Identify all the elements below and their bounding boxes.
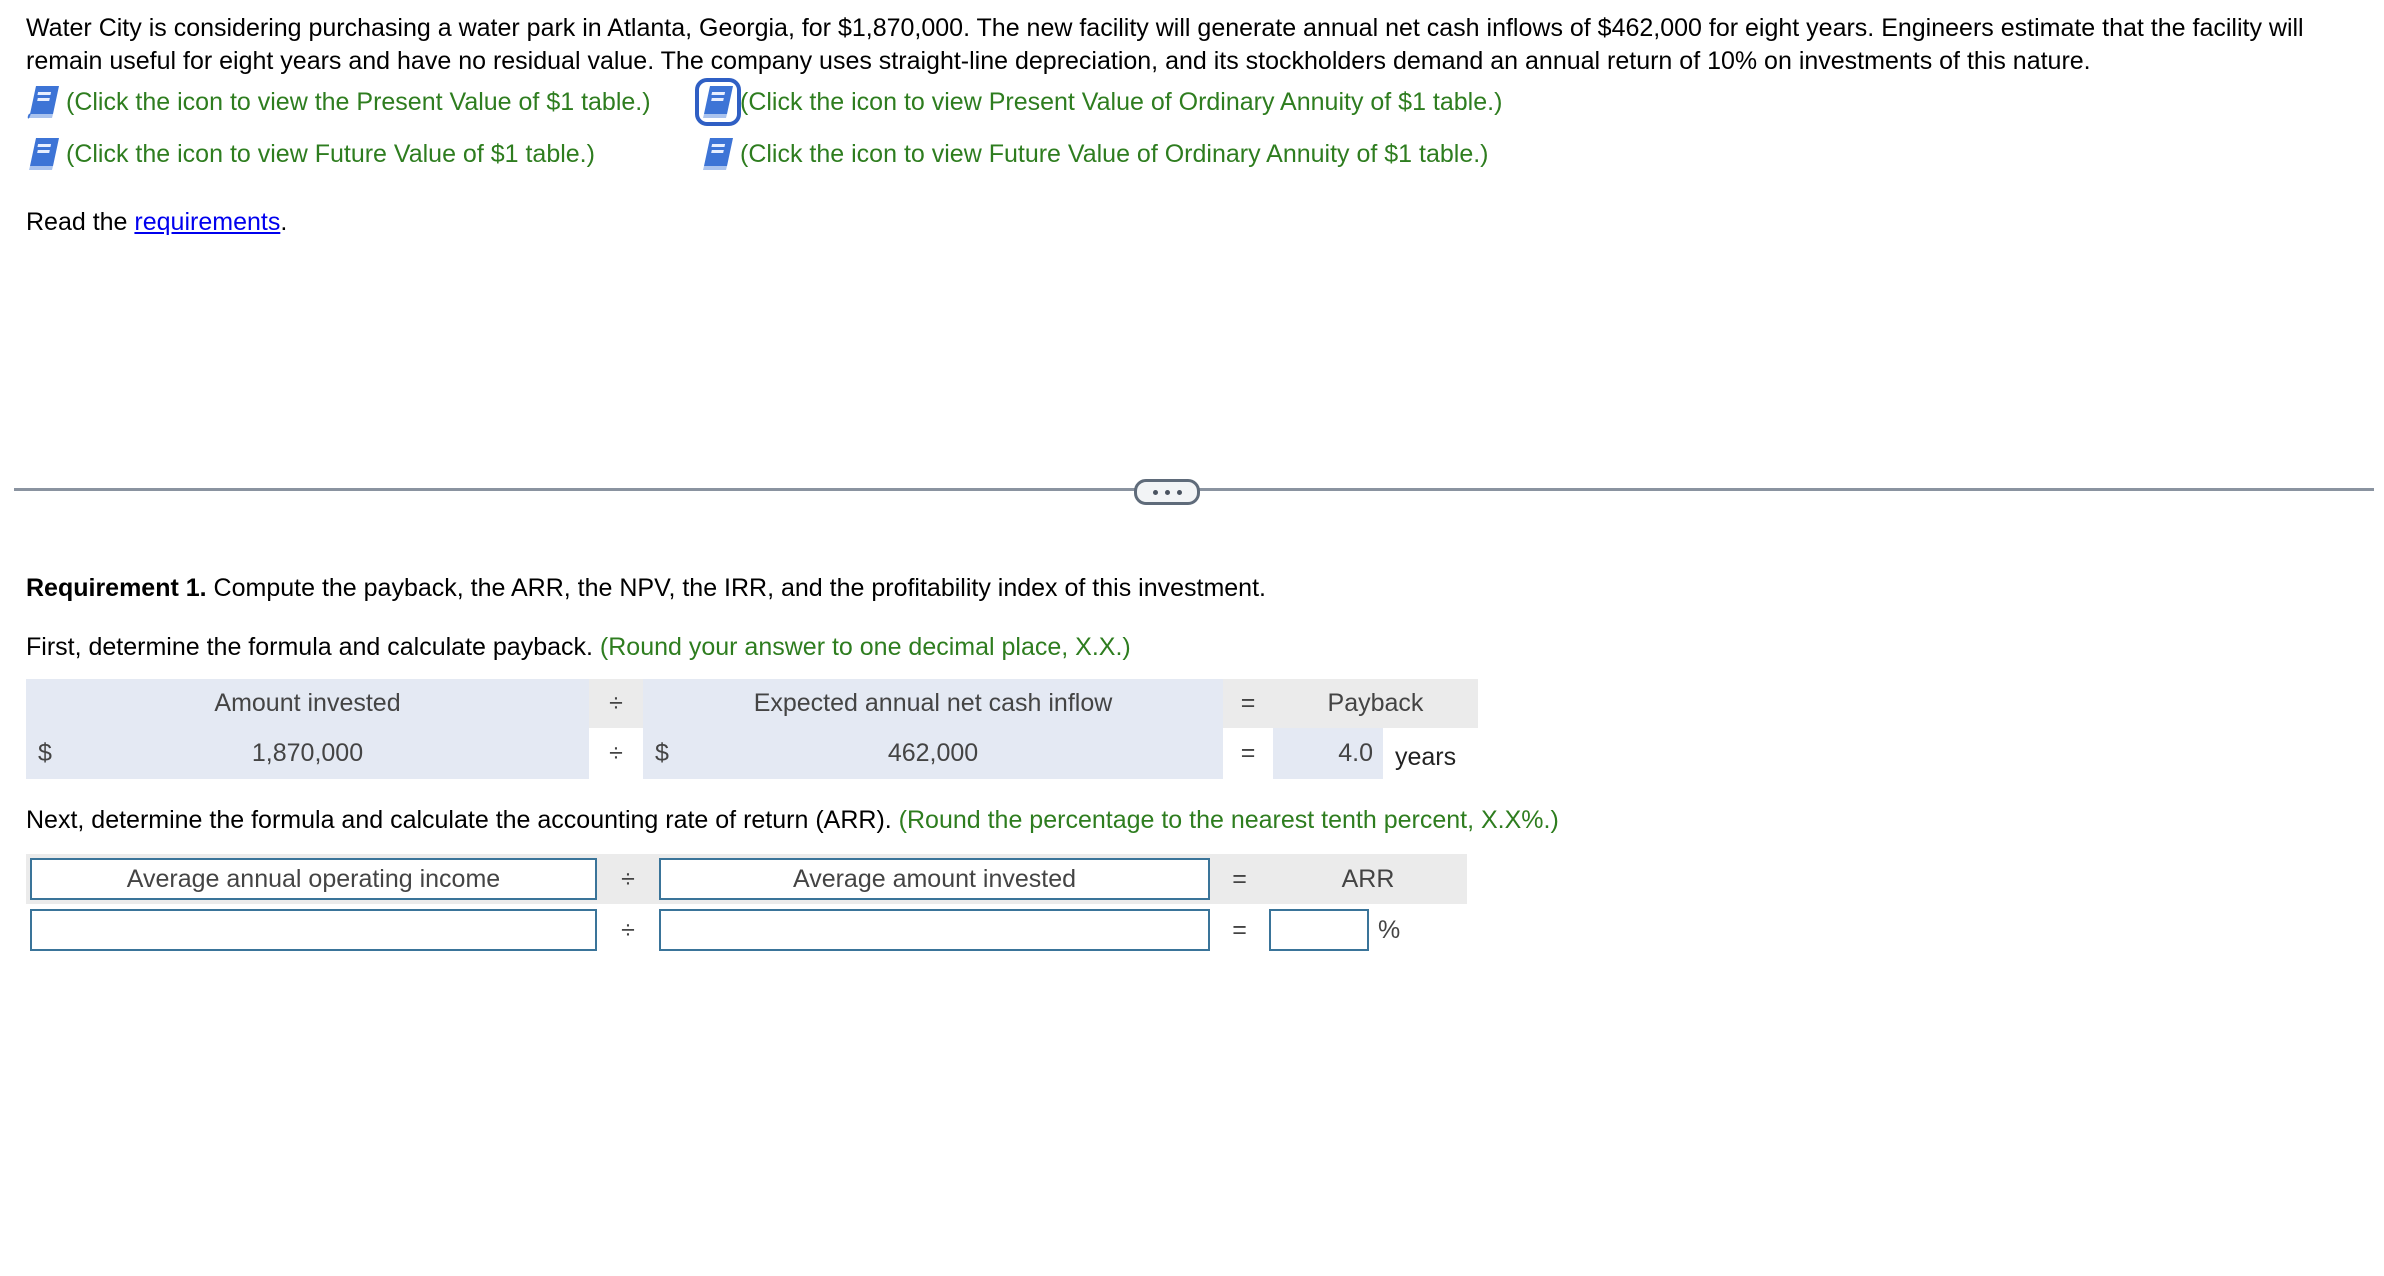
requirement-1-label: Requirement 1. (26, 574, 207, 602)
arr-header-result: ARR (1341, 864, 1395, 893)
fv-annuity-table-link[interactable]: (Click the icon to view Future Value of … (700, 132, 1489, 176)
book-icon[interactable] (695, 78, 741, 126)
payback-value: 4.0 (1273, 728, 1383, 779)
payback-unit: years (1395, 743, 1457, 771)
read-requirements-prefix: Read the (26, 208, 135, 236)
amount-invested-cell: $ 1,870,000 (26, 728, 589, 779)
requirement-1-heading: Requirement 1. Compute the payback, the … (26, 574, 1266, 603)
row-equals: = (1240, 739, 1256, 767)
header-expected-inflow: Expected annual net cash inflow (643, 679, 1223, 728)
arr-numerator-label-field[interactable]: Average annual operating income (30, 858, 597, 900)
pv-annuity-table-link-label[interactable]: (Click the icon to view Present Value of… (740, 88, 1502, 117)
header-divide: ÷ (589, 679, 643, 728)
fv-table-link-label[interactable]: (Click the icon to view Future Value of … (66, 140, 595, 169)
arr-hint: (Round the percentage to the nearest ten… (898, 806, 1559, 834)
arr-row-equals: = (1232, 915, 1247, 944)
pv-table-link[interactable]: (Click the icon to view the Present Valu… (26, 80, 651, 124)
amount-invested-value: 1,870,000 (251, 739, 364, 767)
read-requirements-suffix: . (280, 208, 288, 236)
book-icon[interactable] (700, 135, 736, 173)
header-equals: = (1223, 679, 1273, 728)
requirement-1-text: Compute the payback, the ARR, the NPV, t… (206, 574, 1266, 602)
book-icon[interactable] (26, 83, 62, 121)
arr-instruction: Next, determine the formula and calculat… (26, 806, 1559, 835)
arr-denominator-label-field[interactable]: Average amount invested (659, 858, 1210, 900)
ellipsis-icon (1152, 489, 1158, 495)
header-amount-invested: Amount invested (26, 679, 589, 728)
expand-button[interactable] (1134, 479, 1200, 505)
fv-table-link[interactable]: (Click the icon to view Future Value of … (26, 132, 595, 176)
pv-table-link-label[interactable]: (Click the icon to view the Present Valu… (66, 88, 651, 117)
row-divide: ÷ (609, 739, 623, 767)
arr-unit: % (1378, 915, 1401, 944)
payback-hint: (Round your answer to one decimal place,… (599, 633, 1131, 661)
arr-instruction-text: Next, determine the formula and calculat… (26, 806, 892, 834)
currency-symbol: $ (38, 739, 52, 767)
currency-symbol: $ (655, 739, 669, 767)
arr-header-equals: = (1232, 864, 1247, 893)
arr-result-input[interactable] (1269, 909, 1369, 951)
pv-annuity-table-link[interactable]: (Click the icon to view Present Value of… (695, 78, 1502, 126)
expected-inflow-cell: $ 462,000 (643, 728, 1223, 779)
arr-numerator-input[interactable] (30, 909, 597, 951)
fv-annuity-table-link-label[interactable]: (Click the icon to view Future Value of … (740, 140, 1489, 169)
problem-statement: Water City is considering purchasing a w… (26, 14, 2304, 75)
payback-instruction-text: First, determine the formula and calcula… (26, 633, 593, 661)
header-payback: Payback (1273, 679, 1478, 728)
expected-inflow-value: 462,000 (887, 739, 979, 767)
arr-header-divide: ÷ (621, 864, 635, 893)
arr-denominator-input[interactable] (659, 909, 1210, 951)
book-icon[interactable] (26, 135, 62, 173)
read-requirements: Read the requirements. (26, 208, 287, 237)
payback-instruction: First, determine the formula and calcula… (26, 633, 1131, 662)
requirements-link[interactable]: requirements (134, 208, 280, 236)
arr-row-divide: ÷ (621, 915, 635, 944)
